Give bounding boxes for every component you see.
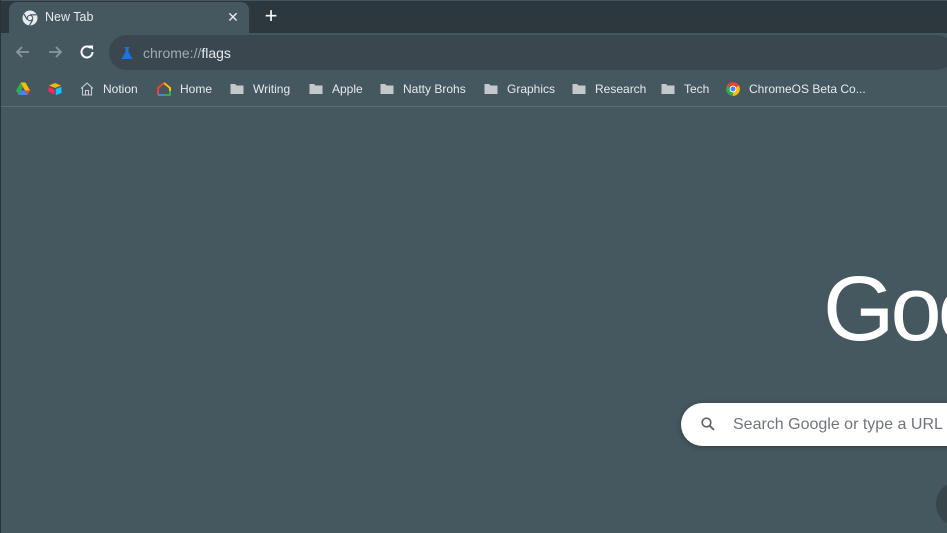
- search-icon: [701, 417, 715, 431]
- folder-icon: [484, 84, 498, 94]
- url-scheme: chrome://: [143, 45, 202, 61]
- chrome-icon: [22, 10, 38, 26]
- close-tab-button[interactable]: ✕: [225, 8, 241, 26]
- url-host: flags: [201, 45, 231, 61]
- search-box[interactable]: Search Google or type a URL: [681, 403, 947, 446]
- folder-icon: [661, 84, 675, 94]
- reload-button[interactable]: [77, 42, 97, 62]
- chrome-icon: [726, 82, 740, 96]
- new-tab-page: Goo Search Google or type a URL: [1, 108, 947, 533]
- bookmark-folder-research[interactable]: Research: [571, 80, 646, 98]
- google-logo: Goo: [823, 258, 947, 360]
- back-button[interactable]: [13, 42, 33, 62]
- tab-title: New Tab: [45, 10, 94, 24]
- bookmark-label: Apple: [332, 82, 363, 96]
- folder-icon: [309, 84, 323, 94]
- tab-new-tab[interactable]: New Tab ✕: [9, 2, 249, 34]
- bookmark-label: Notion: [103, 82, 138, 96]
- bookmark-folder-graphics[interactable]: Graphics: [483, 80, 555, 98]
- bookmark-label: ChromeOS Beta Co...: [749, 82, 866, 96]
- folder-icon: [572, 84, 586, 94]
- forward-button[interactable]: [45, 42, 65, 62]
- search-placeholder: Search Google or type a URL: [733, 416, 943, 433]
- bookmark-label: Graphics: [507, 82, 556, 96]
- bookmark-notion[interactable]: Notion: [79, 80, 138, 98]
- bookmark-label: Natty Brohs: [403, 82, 466, 96]
- bookmark-folder-tech[interactable]: Tech: [660, 80, 709, 98]
- browser-window: New Tab ✕ + chrome://flags Notion Home W…: [0, 0, 947, 533]
- bookmark-folder-apple[interactable]: Apple: [308, 80, 363, 98]
- bookmark-airtable[interactable]: [47, 80, 63, 98]
- airtable-icon: [48, 83, 62, 96]
- folder-icon: [230, 84, 244, 94]
- url-text: chrome://flags: [143, 45, 231, 61]
- bookmark-home[interactable]: Home: [156, 80, 212, 98]
- bookmark-folder-writing[interactable]: Writing: [229, 80, 290, 98]
- new-tab-button[interactable]: +: [260, 5, 282, 29]
- home-outline-icon: [80, 82, 94, 96]
- address-bar[interactable]: chrome://flags: [109, 35, 947, 70]
- toolbar: chrome://flags: [1, 33, 947, 71]
- bookmark-folder-natty-brohs[interactable]: Natty Brohs: [379, 80, 466, 98]
- flask-icon: [121, 47, 133, 59]
- bookmark-label: Research: [595, 82, 647, 96]
- google-drive-icon: [16, 82, 30, 95]
- bookmark-label: Writing: [253, 82, 291, 96]
- bookmark-chromeos-beta[interactable]: ChromeOS Beta Co...: [725, 80, 866, 98]
- bookmark-label: Tech: [684, 82, 710, 96]
- bookmarks-bar: Notion Home Writing Apple Natty Brohs Gr…: [1, 71, 947, 107]
- google-home-icon: [157, 82, 171, 96]
- bookmark-google-drive[interactable]: [15, 80, 31, 98]
- shortcut-tile[interactable]: [936, 481, 947, 527]
- folder-icon: [380, 84, 394, 94]
- tab-strip: New Tab ✕ +: [1, 0, 947, 34]
- bookmark-label: Home: [180, 82, 213, 96]
